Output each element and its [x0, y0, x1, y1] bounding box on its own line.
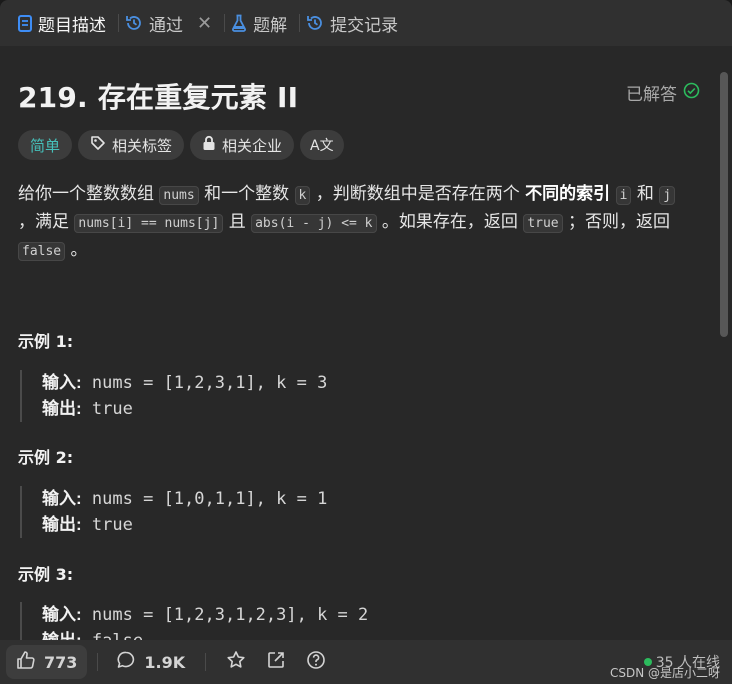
share-button[interactable] [266, 650, 286, 674]
desc-text: 给你一个整数数组 [18, 184, 154, 204]
tab-bar: 题目描述 通过 ✕ 题解 提交记录 [0, 0, 732, 46]
related-tags-label: 相关标签 [112, 136, 173, 155]
tab-passed-label: 通过 [149, 15, 183, 36]
help-button[interactable] [306, 650, 326, 674]
description-icon [18, 14, 32, 32]
tab-submissions-label: 提交记录 [330, 15, 399, 36]
inline-code: j [659, 186, 676, 205]
tab-solutions[interactable]: 题解 [227, 0, 297, 46]
example-output: true [91, 399, 133, 419]
output-label: 输出: [42, 399, 82, 418]
input-label: 输入: [42, 373, 82, 392]
translate-button[interactable]: A文 [300, 130, 344, 160]
problem-title[interactable]: 219. 存在重复元素 II [18, 76, 298, 116]
bottom-bar: 773 1.9K 35 人在线 CSDN @是店小二呀 [0, 640, 732, 684]
output-label: 输出: [42, 631, 82, 640]
problem-panel[interactable]: 219. 存在重复元素 II 已解答 简单 相关标签 相关企业 A文 给你一个整… [0, 46, 732, 640]
thumbs-up-icon [16, 650, 36, 674]
tab-description-label: 题目描述 [38, 15, 106, 36]
tab-divider [118, 14, 119, 32]
desc-text: 和 [636, 184, 654, 204]
check-circle-icon [683, 82, 700, 104]
example-input: nums = [1,2,3,1], k = 3 [91, 373, 328, 393]
like-count: 773 [44, 652, 78, 672]
example-block: 输入: nums = [1,2,3,1], k = 3 输出: true [20, 370, 327, 422]
inline-code: false [18, 242, 66, 261]
input-label: 输入: [42, 489, 82, 508]
problem-chips: 简单 相关标签 相关企业 A文 [18, 130, 344, 160]
related-companies-button[interactable]: 相关企业 [190, 130, 295, 160]
tab-divider [224, 14, 226, 32]
desc-text: 且 [228, 212, 246, 232]
inline-code: nums [159, 186, 199, 205]
desc-bold-text: 不同的索引 [525, 184, 611, 204]
lock-icon [202, 135, 216, 155]
comment-icon [116, 650, 136, 674]
tag-icon [90, 135, 106, 155]
inline-code: i [615, 186, 632, 205]
tab-submissions[interactable]: 提交记录 [302, 0, 408, 46]
output-label: 输出: [42, 515, 82, 534]
input-label: 输入: [42, 605, 82, 624]
desc-text: 。 [70, 240, 88, 260]
tab-solutions-label: 题解 [253, 15, 288, 36]
translate-icon: A文 [310, 138, 334, 154]
history-icon [125, 14, 143, 32]
problem-description: 给你一个整数数组 nums 和一个整数 k ，判断数组中是否存在两个 不同的索引… [18, 181, 698, 265]
help-icon [306, 650, 326, 674]
example-block: 输入: nums = [1,2,3,1,2,3], k = 2 输出: fals… [20, 602, 368, 640]
inline-code: abs(i - j) <= k [251, 214, 377, 233]
comment-count: 1.9K [144, 652, 186, 672]
desc-text: 和一个整数 [204, 184, 290, 204]
difficulty-badge[interactable]: 简单 [18, 130, 73, 160]
example-block: 输入: nums = [1,0,1,1], k = 1 输出: true [20, 486, 327, 538]
inline-code: nums[i] == nums[j] [74, 214, 224, 233]
desc-text: ，满足 [18, 212, 69, 232]
close-icon[interactable]: ✕ [197, 13, 212, 34]
history-icon [306, 14, 324, 32]
example-title: 示例 2: [18, 448, 74, 467]
inline-code: k [294, 186, 311, 205]
watermark: CSDN @是店小二呀 [609, 666, 720, 680]
divider [205, 653, 207, 671]
example-output: true [91, 515, 133, 535]
star-button[interactable] [226, 650, 246, 674]
related-tags-button[interactable]: 相关标签 [78, 130, 185, 160]
example-input: nums = [1,0,1,1], k = 1 [91, 489, 328, 509]
example-output: false [92, 631, 143, 640]
star-icon [226, 650, 246, 674]
related-companies-label: 相关企业 [222, 136, 283, 155]
example-input: nums = [1,2,3,1,2,3], k = 2 [91, 605, 369, 625]
inline-code: true [523, 214, 563, 233]
solved-status: 已解答 [626, 80, 700, 105]
example-title: 示例 3: [18, 565, 74, 584]
solved-label: 已解答 [626, 85, 677, 105]
tab-description[interactable]: 题目描述 [14, 0, 116, 46]
share-icon [266, 650, 286, 674]
tab-divider [299, 14, 301, 32]
tab-passed[interactable]: 通过 ✕ [121, 0, 222, 46]
example-title: 示例 1: [18, 332, 74, 351]
desc-text: ，判断数组中是否存在两个 [315, 184, 520, 204]
like-button[interactable]: 773 [6, 645, 88, 679]
flask-icon [231, 14, 247, 32]
comments-button[interactable]: 1.9K [116, 650, 185, 674]
divider [97, 653, 99, 671]
desc-text: ；否则，返回 [568, 212, 671, 232]
scrollbar-thumb[interactable] [720, 72, 728, 337]
desc-text: 。如果存在，返回 [381, 212, 518, 232]
